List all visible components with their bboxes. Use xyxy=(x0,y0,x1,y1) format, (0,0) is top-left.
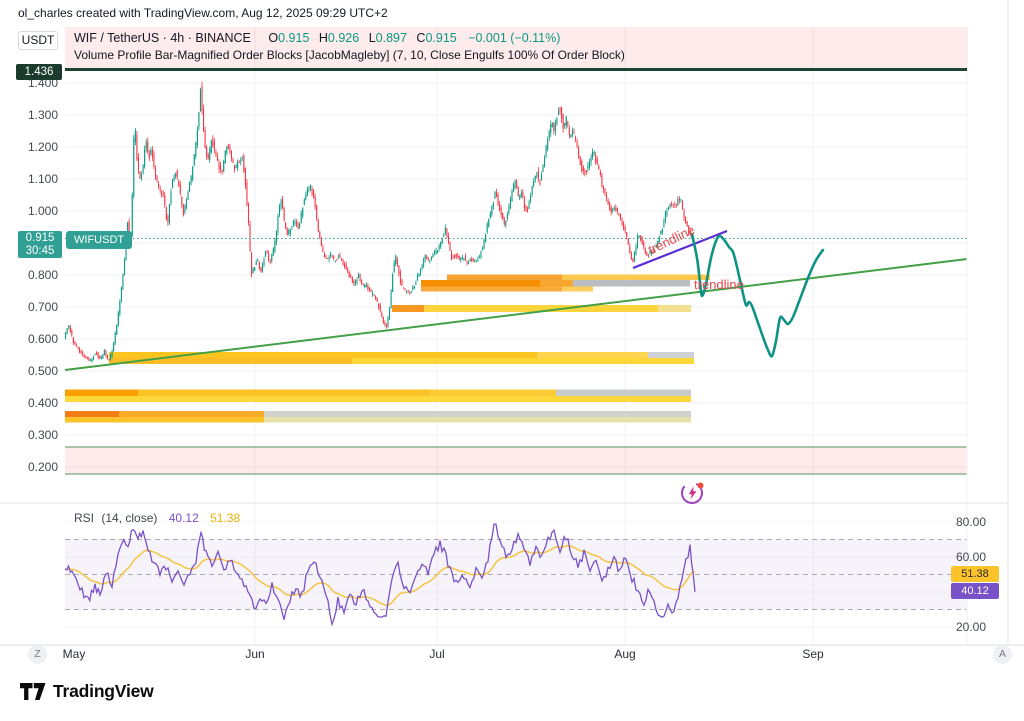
order-block xyxy=(65,390,138,397)
time-axis-label: Aug xyxy=(614,647,635,661)
order-block xyxy=(119,411,264,417)
tradingview-published-chart: ol_charles created with TradingView.com,… xyxy=(0,0,1024,721)
symbol-info-panel: WIF / TetherUS · 4h · BINANCE O0.915 H0.… xyxy=(65,27,967,71)
order-block xyxy=(562,275,710,281)
time-axis-label: Jun xyxy=(245,647,264,661)
candlestick-series xyxy=(65,81,694,362)
price-axis-label: 0.800 xyxy=(0,268,58,282)
price-axis-label: 1.000 xyxy=(0,204,58,218)
order-block xyxy=(447,275,562,281)
order-block xyxy=(540,280,573,287)
chart-canvas[interactable] xyxy=(0,0,1024,721)
order-block xyxy=(537,352,648,358)
currency-toggle-button[interactable]: USDT xyxy=(18,31,58,50)
rsi-params: (14, close) xyxy=(101,511,157,525)
trendline-label-horizontal[interactable]: trendline xyxy=(694,277,744,292)
time-axis-label: May xyxy=(63,647,86,661)
symbol-title[interactable]: WIF / TetherUS · 4h · BINANCE xyxy=(74,31,251,45)
rsi-main-badge: 40.12 xyxy=(951,583,999,599)
symbol-info-line: WIF / TetherUS · 4h · BINANCE O0.915 H0.… xyxy=(74,31,967,45)
order-block xyxy=(573,280,690,287)
high-value: 0.926 xyxy=(328,31,359,45)
rsi-legend[interactable]: RSI (14, close) 40.12 51.38 xyxy=(74,511,240,525)
order-block xyxy=(65,417,264,423)
order-block xyxy=(264,417,691,423)
rsi-scale-60: 60.00 xyxy=(956,550,986,564)
auto-scale-button[interactable]: A xyxy=(993,645,1012,664)
rsi-title: RSI xyxy=(74,511,94,525)
indicator-title[interactable]: Volume Profile Bar-Magnified Order Block… xyxy=(74,48,967,62)
time-axis-label: Jul xyxy=(429,647,444,661)
rsi-scale-80: 80.00 xyxy=(956,515,986,529)
tradingview-logo[interactable]: TradingView xyxy=(20,681,154,702)
price-axis-label: 0.300 xyxy=(0,428,58,442)
last-price-value: 0.915 xyxy=(18,232,62,245)
tradingview-wordmark: TradingView xyxy=(53,681,154,702)
upper-zone-price-badge: 1.436 xyxy=(16,64,62,80)
price-axis-label: 0.400 xyxy=(0,396,58,410)
symbol-tag: WIFUSDT xyxy=(66,231,132,249)
order-block xyxy=(562,287,593,292)
last-price-badge: 0.915 30:45 xyxy=(18,231,62,258)
order-block xyxy=(430,390,556,397)
high-label: H xyxy=(319,31,328,45)
order-block xyxy=(352,358,694,364)
order-block xyxy=(421,287,562,292)
open-label: O xyxy=(268,31,278,45)
price-axis-label: 1.300 xyxy=(0,108,58,122)
price-axis-label: 0.700 xyxy=(0,300,58,314)
order-block xyxy=(421,280,540,287)
time-axis-label: Sep xyxy=(802,647,823,661)
open-value: 0.915 xyxy=(278,31,309,45)
rsi-current-value: 40.12 xyxy=(169,511,199,525)
low-label: L xyxy=(369,31,376,45)
price-axis-label: 0.600 xyxy=(0,332,58,346)
order-block xyxy=(556,390,691,397)
idea-flash-icon[interactable] xyxy=(679,479,706,506)
order-block xyxy=(658,305,691,312)
price-axis-label: 1.100 xyxy=(0,172,58,186)
attribution-text: ol_charles created with TradingView.com,… xyxy=(18,6,388,20)
order-block xyxy=(138,390,430,397)
price-axis-label: 0.200 xyxy=(0,460,58,474)
timezone-button[interactable]: Z xyxy=(28,645,47,664)
rsi-scale-20: 20.00 xyxy=(956,620,986,634)
price-projection-path xyxy=(692,234,823,356)
rsi-ma-value: 51.38 xyxy=(210,511,240,525)
close-value: 0.915 xyxy=(425,31,456,45)
bar-countdown: 30:45 xyxy=(18,245,62,258)
change-value: −0.001 (−0.11%) xyxy=(468,31,560,45)
order-block xyxy=(648,352,694,358)
rsi-ma-badge: 51.38 xyxy=(951,566,999,582)
order-block xyxy=(65,411,119,417)
order-block xyxy=(65,396,691,402)
order-block xyxy=(392,305,424,312)
low-value: 0.897 xyxy=(376,31,407,45)
price-axis-label: 0.500 xyxy=(0,364,58,378)
tradingview-glyph xyxy=(20,682,46,701)
order-block xyxy=(264,411,691,417)
price-axis-label: 1.200 xyxy=(0,140,58,154)
